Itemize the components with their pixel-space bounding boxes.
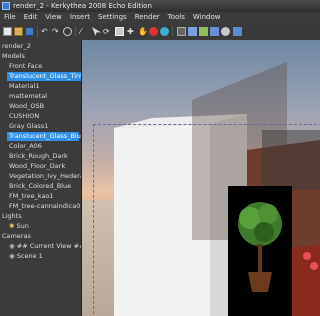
- tree-model[interactable]: Color_A06: [9, 142, 42, 151]
- tree-camera[interactable]: ◉ ## Current View ##: [9, 242, 82, 251]
- toolbar-separator: [37, 26, 38, 37]
- sphere-icon[interactable]: [160, 27, 169, 36]
- 3d-viewport[interactable]: [82, 40, 320, 316]
- menu-render[interactable]: Render: [131, 12, 164, 23]
- toolbar-separator: [172, 26, 173, 37]
- tree-model[interactable]: FM_tree_kao1: [9, 192, 54, 201]
- tree-models[interactable]: Models: [2, 52, 25, 61]
- tree-lights[interactable]: Lights: [2, 212, 22, 221]
- redo-icon[interactable]: ↷: [52, 27, 61, 36]
- app-icon: [2, 2, 10, 10]
- tree-model[interactable]: Vegetation_Ivy_Hedera: [9, 172, 81, 181]
- toolbar-separator: [75, 26, 76, 37]
- save-icon[interactable]: [25, 27, 34, 36]
- sun-icon: ✺: [9, 222, 15, 230]
- tree-model[interactable]: Wood_Floor_Dark: [9, 162, 65, 171]
- menu-edit[interactable]: Edit: [20, 12, 42, 23]
- scene-tree: render_2 Models Front Face Translucent_G…: [0, 40, 82, 316]
- rotate-icon[interactable]: ⟳: [103, 27, 112, 36]
- tree-model[interactable]: Front Face: [9, 62, 42, 71]
- tree-model[interactable]: CUSHION: [9, 112, 39, 121]
- menu-bar: File Edit View Insert Settings Render To…: [0, 12, 320, 23]
- zoom-in-icon[interactable]: ✚: [127, 27, 136, 36]
- tree-camera-label: ## Current View ##: [16, 242, 82, 250]
- camera-icon: ◉: [9, 242, 15, 250]
- tree-model[interactable]: Brick_Rough_Dark: [9, 152, 68, 161]
- camera-icon: ◉: [9, 252, 15, 260]
- select-icon[interactable]: [92, 27, 101, 36]
- tree-model[interactable]: mattemetal: [9, 92, 47, 101]
- plane-icon[interactable]: [188, 27, 197, 36]
- cube-icon[interactable]: [177, 27, 186, 36]
- new-icon[interactable]: [3, 27, 12, 36]
- zoom-icon[interactable]: [63, 27, 72, 36]
- hand-icon[interactable]: ✋: [138, 27, 148, 36]
- wand-icon[interactable]: ⁄: [80, 27, 89, 36]
- tree-camera-label: Scene 1: [16, 252, 43, 260]
- selection-box: [93, 124, 320, 316]
- tree-model[interactable]: Brick_Colored_Blue: [9, 182, 71, 191]
- menu-settings[interactable]: Settings: [94, 12, 131, 23]
- camera-icon[interactable]: [199, 27, 208, 36]
- tree-light[interactable]: ✺ Sun: [9, 222, 29, 231]
- tree-model[interactable]: Wood_OSB: [9, 102, 44, 111]
- tree-light-label: Sun: [16, 222, 29, 230]
- title-bar: render_2 - Kerkythea 2008 Echo Edition: [0, 0, 320, 12]
- menu-window[interactable]: Window: [189, 12, 225, 23]
- menu-view[interactable]: View: [41, 12, 66, 23]
- tree-cameras[interactable]: Cameras: [2, 232, 31, 241]
- clock-icon[interactable]: [221, 27, 230, 36]
- menu-tools[interactable]: Tools: [164, 12, 189, 23]
- window-title: render_2 - Kerkythea 2008 Echo Edition: [13, 2, 152, 10]
- tree-root[interactable]: render_2: [2, 42, 31, 51]
- light-icon[interactable]: [210, 27, 219, 36]
- tree-model[interactable]: Gray Glass1: [9, 122, 48, 131]
- toolbar: ↶ ↷ ⁄ ⟳ ✚ ✋: [0, 23, 320, 41]
- tree-model-selected[interactable]: Translucent_Glass_Tinted: [7, 72, 81, 81]
- tree-model[interactable]: FM_tree-cannaindica01L: [9, 202, 81, 211]
- tree-model-selected[interactable]: Translucent_Glass_Blue: [7, 132, 81, 141]
- render-icon[interactable]: [233, 27, 242, 36]
- menu-insert[interactable]: Insert: [66, 12, 94, 23]
- walk-icon[interactable]: [149, 27, 158, 36]
- tree-camera[interactable]: ◉ Scene 1: [9, 252, 43, 261]
- orbit-icon[interactable]: [115, 27, 124, 36]
- open-icon[interactable]: [14, 27, 23, 36]
- menu-file[interactable]: File: [0, 12, 20, 23]
- tree-model[interactable]: Material1: [9, 82, 40, 91]
- undo-icon[interactable]: ↶: [41, 27, 50, 36]
